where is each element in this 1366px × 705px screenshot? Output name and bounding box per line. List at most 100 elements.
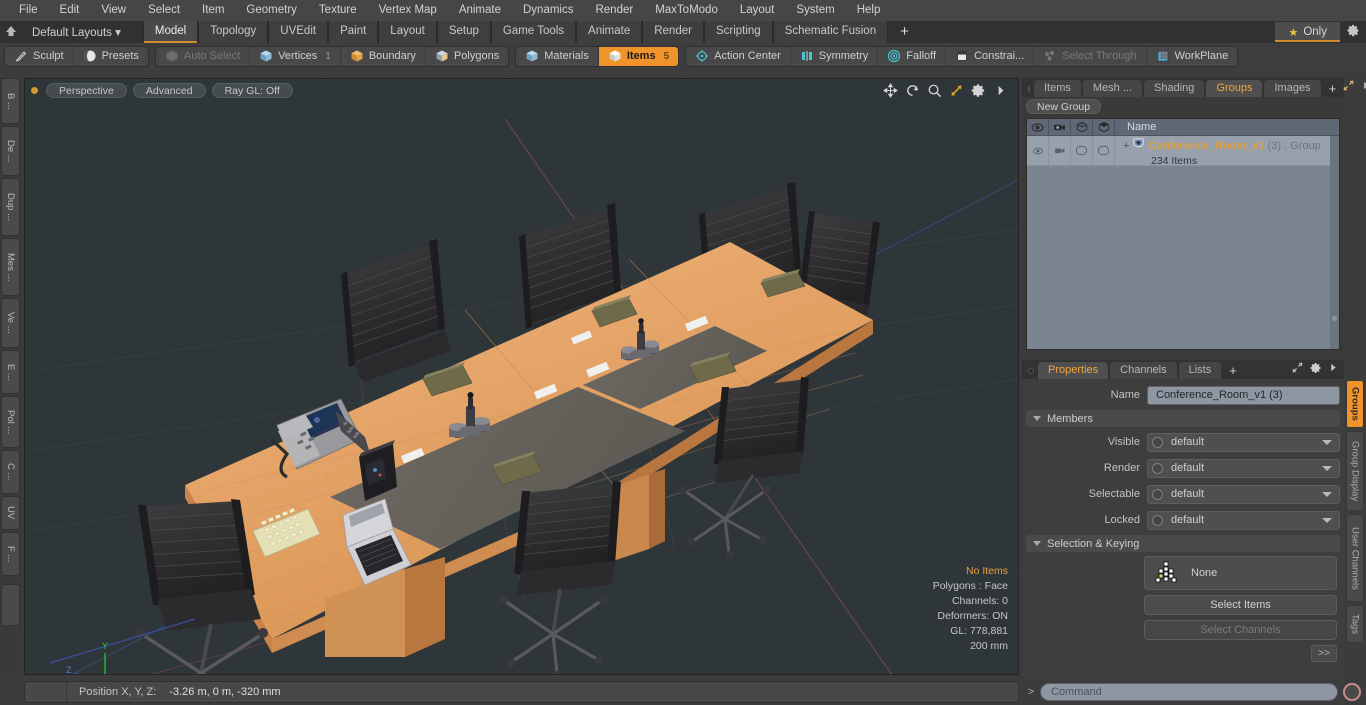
menu-maxtomodo[interactable]: MaxToModo: [644, 1, 729, 20]
tab-items[interactable]: Items: [1034, 80, 1081, 97]
home-icon[interactable]: [0, 25, 22, 40]
cube-outline-icon[interactable]: [1071, 118, 1093, 136]
tab-topology[interactable]: Topology: [198, 21, 269, 43]
groups-tree[interactable]: Name + Conference_Room_v1 (3): Group 23…: [1026, 118, 1340, 350]
name-input[interactable]: Conference_Room_v1 (3): [1147, 385, 1340, 405]
left-tab-polygon[interactable]: Pol ...: [1, 396, 20, 448]
left-tab-uv[interactable]: UV: [1, 496, 20, 530]
items-button[interactable]: Items 5: [598, 46, 679, 66]
cube-solid-icon[interactable]: [1093, 118, 1115, 136]
selectable-dropdown[interactable]: default: [1147, 484, 1340, 504]
viewport-projection-button[interactable]: Perspective: [46, 82, 127, 98]
animate-channel-icon[interactable]: [1152, 488, 1163, 500]
panel-menu-dot[interactable]: [1028, 368, 1034, 374]
tab-images[interactable]: Images: [1264, 80, 1321, 97]
right-tab-user-channels[interactable]: User Channels: [1346, 514, 1364, 602]
add-tab-button[interactable]: +: [888, 21, 921, 43]
action-center-button[interactable]: Action Center: [686, 46, 791, 66]
visible-dropdown[interactable]: default: [1147, 432, 1340, 452]
select-items-button[interactable]: Select Items: [1144, 595, 1337, 615]
right-tab-tags[interactable]: Tags: [1346, 605, 1364, 643]
command-input[interactable]: Command: [1040, 683, 1338, 701]
auto-select-button[interactable]: Auto Select: [156, 46, 251, 66]
tab-groups[interactable]: Groups: [1206, 80, 1263, 97]
right-tab-group-display[interactable]: Group Display: [1346, 431, 1364, 511]
add-panel-tab-button[interactable]: +: [1323, 80, 1343, 97]
right-tab-groups[interactable]: Groups: [1346, 380, 1364, 428]
groups-tree-scrollbar[interactable]: [1330, 136, 1339, 349]
menu-help[interactable]: Help: [846, 1, 892, 20]
left-tab-mesh-edit[interactable]: Mes ...: [1, 238, 20, 296]
tab-mesh[interactable]: Mesh ...: [1082, 80, 1143, 97]
gear-icon[interactable]: [971, 83, 986, 98]
expander-icon[interactable]: +: [1123, 139, 1129, 154]
selection-set-picker[interactable]: None: [1144, 556, 1337, 590]
row-lock-toggle[interactable]: [1093, 136, 1115, 165]
constraint-button[interactable]: Constrai...: [946, 46, 1035, 66]
gear-icon[interactable]: [1310, 362, 1322, 377]
symmetry-button[interactable]: Symmetry: [791, 46, 879, 66]
tab-model[interactable]: Model: [142, 21, 199, 43]
left-tab-deform[interactable]: De ...: [1, 126, 20, 176]
locked-dropdown[interactable]: default: [1147, 510, 1340, 530]
row-select-toggle[interactable]: [1071, 136, 1093, 165]
menu-geometry[interactable]: Geometry: [235, 1, 308, 20]
rotate-icon[interactable]: [905, 83, 920, 98]
left-tab-fusion[interactable]: F ...: [1, 532, 20, 576]
polygons-button[interactable]: Polygons: [426, 47, 508, 66]
viewport-indicator-dot[interactable]: [31, 86, 38, 94]
left-tab-edge[interactable]: E ...: [1, 350, 20, 394]
workplane-button[interactable]: WorkPlane: [1147, 47, 1238, 66]
more-options-button[interactable]: >>: [1311, 645, 1337, 662]
animate-channel-icon[interactable]: [1152, 462, 1163, 474]
animate-channel-icon[interactable]: [1152, 436, 1163, 448]
zoom-icon[interactable]: [927, 83, 942, 98]
record-icon[interactable]: [1343, 683, 1361, 701]
render-dropdown[interactable]: default: [1147, 458, 1340, 478]
tab-setup[interactable]: Setup: [436, 21, 491, 43]
status-left-slot[interactable]: [25, 682, 67, 702]
eye-icon[interactable]: [1027, 118, 1049, 136]
tab-lists[interactable]: Lists: [1178, 362, 1222, 379]
row-render-toggle[interactable]: [1049, 136, 1071, 165]
menu-animate[interactable]: Animate: [448, 1, 512, 20]
vertices-button[interactable]: Vertices 1: [250, 46, 341, 66]
expand-icon[interactable]: [1291, 361, 1304, 377]
menu-file[interactable]: File: [8, 1, 49, 20]
left-tab-duplicate[interactable]: Dup ...: [1, 178, 20, 236]
add-properties-tab-button[interactable]: +: [1223, 362, 1243, 379]
panel-menu-dot[interactable]: [1028, 86, 1030, 92]
table-row[interactable]: + Conference_Room_v1 (3) : Group 234 Ite…: [1027, 136, 1339, 167]
menu-texture[interactable]: Texture: [308, 1, 368, 20]
viewport-raygl-button[interactable]: Ray GL: Off: [211, 82, 293, 98]
menu-item[interactable]: Item: [191, 1, 235, 20]
camera-icon[interactable]: [1049, 118, 1071, 136]
falloff-button[interactable]: Falloff: [878, 46, 947, 66]
menu-vertex-map[interactable]: Vertex Map: [368, 1, 448, 20]
new-group-button[interactable]: New Group: [1026, 99, 1102, 114]
viewport-shading-button[interactable]: Advanced: [132, 82, 206, 98]
menu-edit[interactable]: Edit: [49, 1, 91, 20]
chevron-right-icon[interactable]: [993, 83, 1008, 98]
menu-view[interactable]: View: [90, 1, 137, 20]
tab-render[interactable]: Render: [642, 21, 704, 43]
tab-channels[interactable]: Channels: [1110, 362, 1177, 379]
materials-button[interactable]: Materials: [516, 46, 599, 66]
members-section-header[interactable]: Members: [1026, 410, 1340, 427]
fit-icon[interactable]: [949, 83, 964, 98]
tab-paint[interactable]: Paint: [328, 21, 379, 43]
row-visible-toggle[interactable]: [1027, 136, 1049, 165]
menu-select[interactable]: Select: [137, 1, 191, 20]
tab-game-tools[interactable]: Game Tools: [490, 21, 577, 43]
tab-scripting[interactable]: Scripting: [703, 21, 773, 43]
viewport-3d[interactable]: Y X Z Perspective Advanced Ray GL: Off: [24, 78, 1019, 675]
left-tab-extra[interactable]: [1, 584, 20, 626]
select-channels-button[interactable]: Select Channels: [1144, 620, 1337, 640]
menu-dynamics[interactable]: Dynamics: [512, 1, 584, 20]
move-icon[interactable]: [883, 82, 898, 98]
tab-layout[interactable]: Layout: [378, 21, 437, 43]
tab-shading[interactable]: Shading: [1144, 80, 1205, 97]
sculpt-button[interactable]: Sculpt: [5, 46, 74, 66]
tab-properties[interactable]: Properties: [1038, 362, 1109, 379]
gear-icon[interactable]: [1340, 24, 1366, 40]
